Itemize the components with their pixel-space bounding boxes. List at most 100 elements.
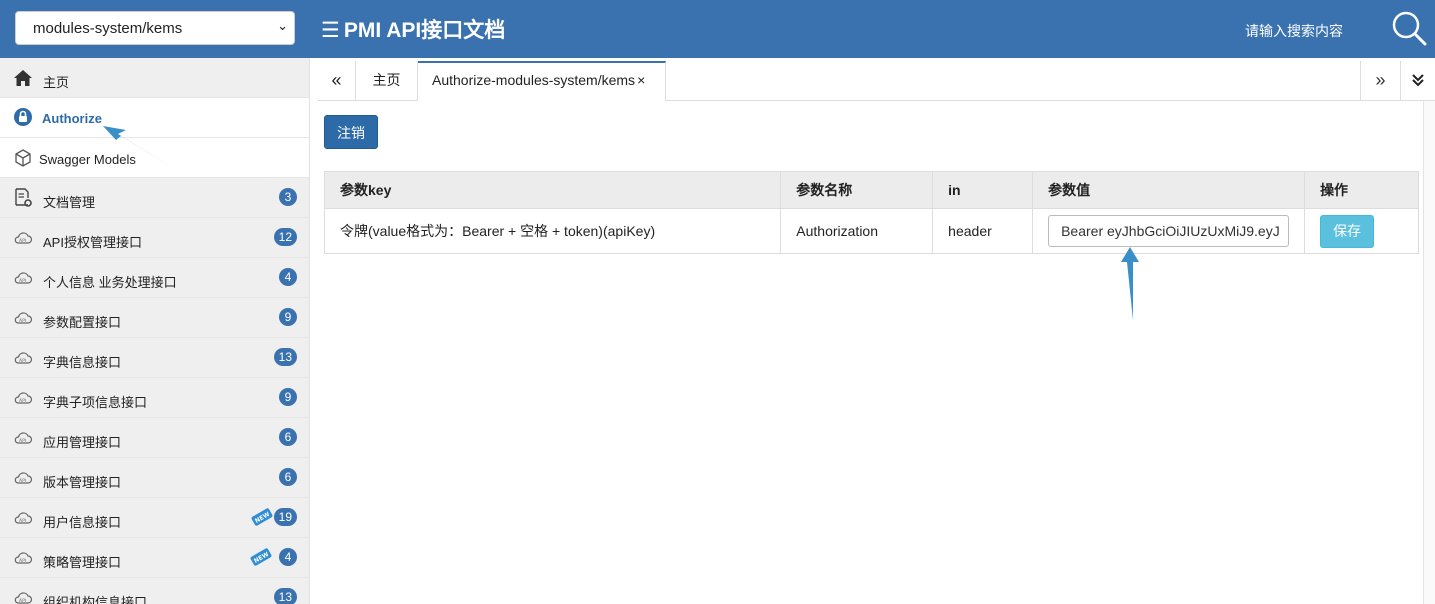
sidebar-item-label: 文档管理 xyxy=(43,195,96,210)
count-badge: 6 xyxy=(279,468,297,486)
chevron-down-icon: ⌄ xyxy=(277,18,288,33)
sidebar-item-authorize[interactable]: Authorize xyxy=(0,98,309,138)
module-select-value: modules-system/kems xyxy=(33,20,183,37)
svg-text:API: API xyxy=(19,518,26,524)
sidebar-item-label: 应用管理接口 xyxy=(43,435,122,450)
sidebar-item-version-manage[interactable]: API 版本管理接口 6 xyxy=(0,458,309,498)
top-header: modules-system/kems ⌄ ☰ PMI API接口文档 请输入搜索… xyxy=(0,0,1435,58)
svg-text:API: API xyxy=(19,558,26,564)
action-cell: 保存 xyxy=(1304,208,1419,254)
sidebar-item-label: 个人信息 业务处理接口 xyxy=(43,275,177,290)
sidebar-item-label: API授权管理接口 xyxy=(43,235,142,250)
table-header-row: 参数key 参数名称 in 参数值 操作 xyxy=(323,171,1419,209)
count-badge: 4 xyxy=(279,268,297,286)
sidebar-item-label: 参数配置接口 xyxy=(43,315,122,330)
new-badge-icon: NEW xyxy=(250,548,272,566)
table-row: 令牌(value格式为：Bearer + 空格 + token)(apiKey)… xyxy=(323,208,1419,254)
sidebar-item-policy-manage[interactable]: API 策略管理接口 NEW 4 xyxy=(0,538,309,578)
tab-bar: « 主页 Authorize-modules-system/kems × » xyxy=(318,61,1435,101)
sidebar-item-org-info[interactable]: API 组织机构信息接口 13 xyxy=(0,578,309,604)
count-badge: 6 xyxy=(279,428,297,446)
api-cloud-icon: API xyxy=(14,312,33,324)
svg-text:API: API xyxy=(19,478,26,484)
auth-params-table: 参数key 参数名称 in 参数值 操作 令牌(value格式为：Bearer … xyxy=(323,171,1419,254)
tab-authorize[interactable]: Authorize-modules-system/kems × xyxy=(418,61,666,101)
document-gear-icon xyxy=(15,188,32,207)
annotation-arrow-value xyxy=(1121,247,1139,320)
tab-menu-button[interactable] xyxy=(1400,61,1435,101)
column-header: in xyxy=(932,171,1034,209)
count-badge: 9 xyxy=(279,388,297,406)
module-select[interactable]: modules-system/kems ⌄ xyxy=(15,11,295,45)
api-cloud-icon: API xyxy=(14,512,33,524)
column-header: 参数key xyxy=(323,171,782,209)
api-cloud-icon: API xyxy=(14,392,33,404)
lock-icon xyxy=(14,108,32,126)
svg-text:API: API xyxy=(19,358,26,364)
double-chevron-down-icon xyxy=(1412,74,1424,87)
sidebar-item-swagger-models[interactable]: Swagger Models xyxy=(0,138,309,178)
sidebar-item-label: 字典子项信息接口 xyxy=(43,395,148,410)
close-icon[interactable]: × xyxy=(637,72,645,88)
sidebar-item-label: Authorize xyxy=(42,111,102,126)
api-cloud-icon: API xyxy=(14,272,33,284)
menu-toggle-icon[interactable]: ☰ xyxy=(321,18,340,43)
count-badge: 9 xyxy=(279,308,297,326)
sidebar-item-personal-info[interactable]: API 个人信息 业务处理接口 4 xyxy=(0,258,309,298)
sidebar-item-param-config[interactable]: API 参数配置接口 9 xyxy=(0,298,309,338)
sidebar-item-user-info[interactable]: API 用户信息接口 NEW 19 xyxy=(0,498,309,538)
column-header: 操作 xyxy=(1304,171,1419,209)
sidebar-item-app-manage[interactable]: API 应用管理接口 6 xyxy=(0,418,309,458)
api-cloud-icon: API xyxy=(14,552,33,564)
main-scrollbar[interactable] xyxy=(1423,101,1435,604)
app-title: ☰ PMI API接口文档 xyxy=(321,14,505,44)
count-badge: 13 xyxy=(273,588,297,604)
sidebar-item-label: 主页 xyxy=(43,75,70,90)
app-title-text: PMI API接口文档 xyxy=(343,19,506,42)
param-in-cell: header xyxy=(932,208,1034,254)
api-cloud-icon: API xyxy=(14,352,33,364)
param-name-cell: Authorization xyxy=(780,208,934,254)
home-icon xyxy=(14,70,32,86)
sidebar-item-doc-manage[interactable]: 文档管理 3 xyxy=(0,178,309,218)
param-value-cell: Bearer eyJhbGciOiJIUzUxMiJ9.eyJ xyxy=(1032,208,1306,254)
svg-text:API: API xyxy=(19,398,26,404)
sidebar-item-label: 版本管理接口 xyxy=(43,475,122,490)
sidebar-item-dict-child[interactable]: API 字典子项信息接口 9 xyxy=(0,378,309,418)
api-cloud-icon: API xyxy=(14,232,33,244)
new-badge-icon: NEW xyxy=(251,508,273,526)
save-button[interactable]: 保存 xyxy=(1320,214,1375,248)
sidebar-item-label: 组织机构信息接口 xyxy=(43,595,148,604)
count-badge: 19 xyxy=(273,508,297,526)
tab-scroll-right-button[interactable]: » xyxy=(1360,61,1400,101)
count-badge: 3 xyxy=(279,188,297,206)
param-key-cell: 令牌(value格式为：Bearer + 空格 + token)(apiKey) xyxy=(323,208,782,254)
column-header: 参数名称 xyxy=(780,171,934,209)
api-cloud-icon: API xyxy=(14,472,33,484)
sidebar-item-label: 字典信息接口 xyxy=(43,355,122,370)
tab-scroll-left-button[interactable]: « xyxy=(318,61,356,101)
cube-icon xyxy=(15,149,31,167)
tab-home[interactable]: 主页 xyxy=(356,61,418,101)
search-icon[interactable] xyxy=(1391,10,1427,46)
sidebar-item-home[interactable]: 主页 xyxy=(0,58,309,98)
token-value-input[interactable]: Bearer eyJhbGciOiJIUzUxMiJ9.eyJ xyxy=(1048,215,1290,247)
api-cloud-icon: API xyxy=(14,432,33,444)
svg-text:API: API xyxy=(19,318,26,324)
count-badge: 4 xyxy=(279,548,297,566)
logout-button[interactable]: 注销 xyxy=(324,115,378,149)
sidebar: 主页 Authorize Swagger Models 文档管理 3 API A… xyxy=(0,58,310,604)
count-badge: 12 xyxy=(273,228,297,246)
sidebar-item-dict-info[interactable]: API 字典信息接口 13 xyxy=(0,338,309,378)
svg-text:API: API xyxy=(19,598,26,604)
api-cloud-icon: API xyxy=(14,592,33,604)
column-header: 参数值 xyxy=(1032,171,1306,209)
sidebar-item-api-auth[interactable]: API API授权管理接口 12 xyxy=(0,218,309,258)
svg-text:API: API xyxy=(19,278,26,284)
sidebar-item-label: 用户信息接口 xyxy=(43,515,122,530)
search-input[interactable]: 请输入搜索内容 xyxy=(1245,21,1343,41)
sidebar-item-label: Swagger Models xyxy=(39,152,136,167)
count-badge: 13 xyxy=(273,348,297,366)
svg-text:API: API xyxy=(19,438,26,444)
sidebar-item-label: 策略管理接口 xyxy=(43,555,122,570)
